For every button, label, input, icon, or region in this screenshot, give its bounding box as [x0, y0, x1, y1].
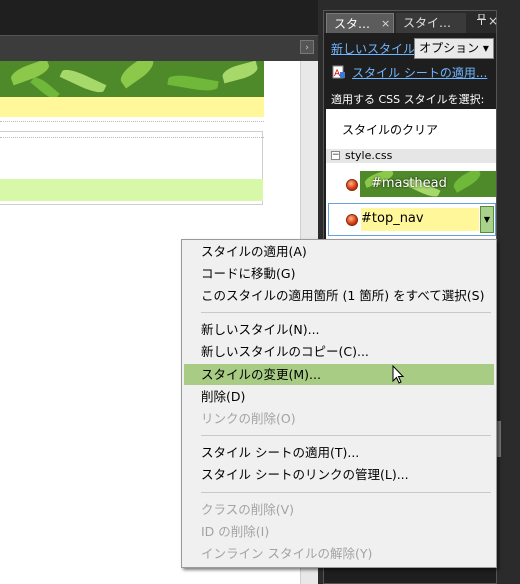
attach-style-sheet-icon: A [332, 65, 346, 79]
style-item-label: #top_nav [361, 211, 424, 226]
select-css-label: 適用する CSS スタイルを選択: [331, 93, 485, 106]
style-item-top-nav[interactable]: #top_nav ▼ [328, 203, 496, 236]
menu-item-new-style[interactable]: 新しいスタイル(N)... [184, 319, 494, 340]
close-icon[interactable]: × [381, 14, 390, 34]
options-button[interactable]: オプション ▾ [414, 38, 494, 59]
menu-item-manage-style-sheet-links[interactable]: スタイル シートのリンクの管理(L)... [184, 464, 494, 485]
stylesheet-label: style.css [345, 149, 393, 162]
top-nav-region [0, 97, 264, 117]
mouse-cursor-icon [392, 364, 406, 385]
close-icon[interactable]: × [488, 14, 498, 28]
tab-label: スタ… [334, 17, 371, 31]
panel-scrollbar[interactable] [497, 421, 501, 457]
masthead-image [0, 61, 264, 97]
menu-item-remove-inline-style[interactable]: インライン スタイルの解除(Y) [184, 543, 494, 564]
new-style-link[interactable]: 新しいスタイル... [331, 40, 426, 57]
editor-toolbar [0, 0, 318, 35]
divider [0, 121, 264, 122]
menu-item-remove-link[interactable]: リンクの削除(O) [184, 408, 494, 429]
footer-region [0, 179, 263, 201]
menu-separator [201, 435, 491, 436]
menu-item-delete[interactable]: 削除(D) [184, 386, 494, 407]
menu-separator [201, 492, 491, 493]
pin-icon[interactable] [477, 13, 486, 28]
menu-item-remove-id[interactable]: ID の削除(I) [184, 521, 494, 542]
menu-separator [201, 312, 491, 313]
style-list: スタイルのクリア − style.css #masthead #top_nav … [326, 109, 496, 239]
style-bullet-icon [346, 179, 358, 191]
tab-label: スタイ… [403, 16, 452, 30]
tab-manage-styles[interactable]: スタイ… [396, 13, 466, 33]
collapse-icon[interactable]: − [331, 151, 340, 160]
menu-item-go-to-code[interactable]: コードに移動(G) [184, 263, 494, 284]
menu-item-modify-style[interactable]: スタイルの変更(M)... [184, 364, 494, 385]
scroll-right-arrow-icon[interactable]: › [300, 40, 314, 54]
menu-item-select-all-instances[interactable]: このスタイルの適用箇所 (1 箇所) をすべて選択(S) [184, 285, 494, 306]
dropdown-arrow-icon[interactable]: ▼ [480, 206, 494, 233]
context-menu: スタイルの適用(A) コードに移動(G) このスタイルの適用箇所 (1 箇所) … [181, 239, 497, 568]
tab-apply-styles[interactable]: スタ… × [326, 13, 394, 33]
panel-tab-bar: スタ… × スタイ… × [324, 11, 498, 33]
editor-tab-strip [0, 35, 318, 62]
clear-styles-item[interactable]: スタイルのクリア [342, 121, 438, 138]
menu-item-new-style-copy[interactable]: 新しいスタイルのコピー(C)... [184, 341, 494, 362]
stylesheet-group[interactable]: − style.css [326, 149, 496, 163]
svg-text:A: A [334, 69, 341, 79]
menu-item-attach-style-sheet[interactable]: スタイル シートの適用(T)... [184, 442, 494, 463]
style-bullet-icon [346, 214, 358, 226]
menu-item-apply-style[interactable]: スタイルの適用(A) [184, 241, 494, 262]
attach-style-sheet-link[interactable]: スタイル シートの適用... [352, 64, 487, 81]
menu-item-remove-class[interactable]: クラスの削除(V) [184, 499, 494, 520]
style-item-label: #masthead [371, 176, 447, 191]
